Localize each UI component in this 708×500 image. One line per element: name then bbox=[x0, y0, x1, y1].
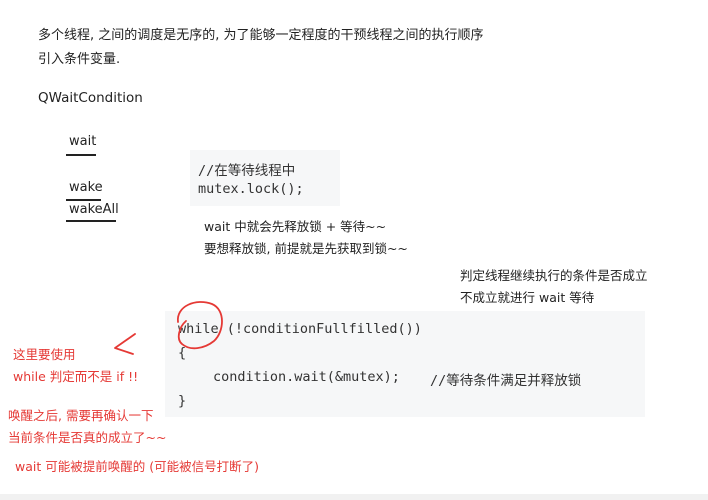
arrow-head-stroke bbox=[114, 333, 136, 355]
handdrawn-annotation-layer bbox=[114, 301, 223, 355]
page-footer-bar bbox=[0, 494, 708, 500]
while-circle-stroke bbox=[177, 301, 223, 350]
